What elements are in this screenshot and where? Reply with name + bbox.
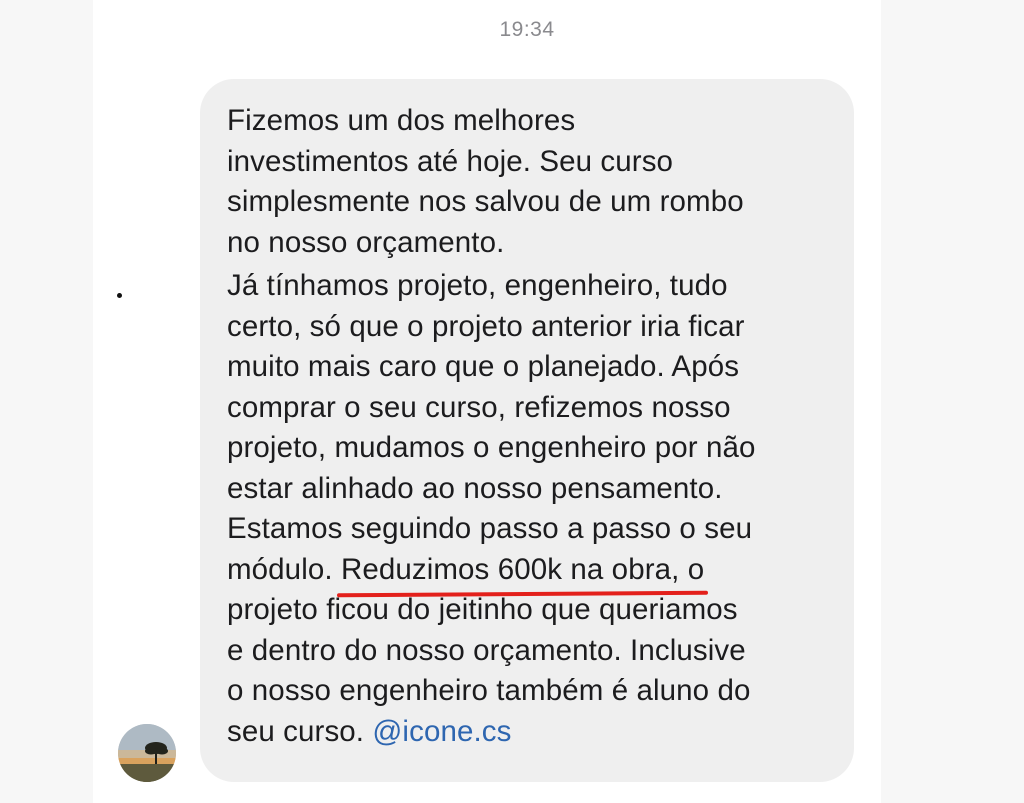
message-line: simplesmente nos salvou de um rombo <box>227 185 744 218</box>
message-line: Fizemos um dos melhores <box>227 104 576 137</box>
message-timestamp: 19:34 <box>499 18 555 41</box>
avatar-landscape-image <box>118 724 176 782</box>
message-line: comprar o seu curso, refizemos nosso <box>227 390 731 424</box>
message-text: Fizemos um dos melhores investimentos at… <box>227 101 837 752</box>
highlight-line: módulo. Reduzimos 600k na obra, o <box>227 550 837 598</box>
message-line: investimentos até hoje. Seu curso <box>227 144 674 178</box>
message-bubble[interactable]: Fizemos um dos melhores investimentos at… <box>200 79 854 782</box>
mention-link[interactable]: @icone.cs <box>372 715 511 748</box>
message-line: projeto ficou do jeitinho que queriamos <box>227 593 738 626</box>
message-line: no nosso orçamento. <box>227 225 505 259</box>
message-line: certo, só que o projeto anterior iria fi… <box>227 309 745 343</box>
last-line-text: seu curso. <box>227 714 373 748</box>
message-line: projeto, mudamos o engenheiro por não <box>227 431 756 464</box>
highlighted-phrase: Reduzimos 600k na obra, o <box>336 550 709 598</box>
highlighted-phrase-text: Reduzimos 600k na obra, o <box>340 552 705 586</box>
message-line: e dentro do nosso orçamento. Inclusive <box>227 633 746 667</box>
message-line: muito mais caro que o planejado. Após <box>227 350 740 383</box>
message-line: Já tínhamos projeto, engenheiro, tudo <box>227 269 728 302</box>
message-line: o nosso engenheiro também é aluno do <box>227 674 751 707</box>
message-line: estar alinhado ao nosso pensamento. <box>227 471 723 505</box>
highlight-line-prefix: módulo. <box>227 552 341 586</box>
stray-dot <box>117 293 122 298</box>
last-line: seu curso. @icone.cs <box>227 712 837 753</box>
screenshot-frame: 19:34 Fizemos um dos melhores investimen… <box>0 0 1024 803</box>
avatar[interactable] <box>118 724 176 782</box>
message-line: Estamos seguindo passo a passo o seu <box>227 512 753 545</box>
